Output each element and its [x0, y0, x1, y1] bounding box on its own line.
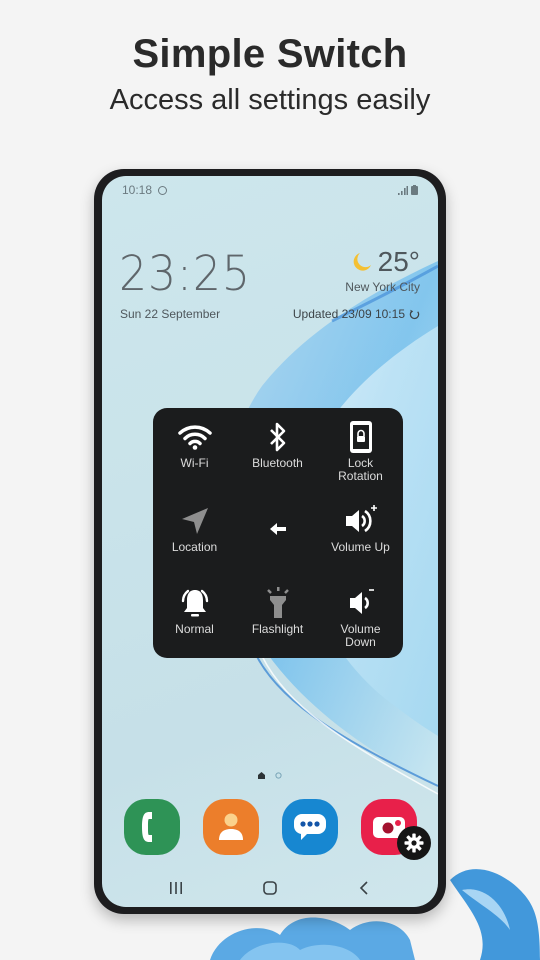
navigation-bar [102, 878, 438, 898]
phone-screen: 10:18 23:25 Sun 22 September 25° New Yor… [102, 176, 438, 907]
home-page-dot-icon[interactable] [258, 772, 265, 779]
app-messages[interactable] [282, 799, 338, 855]
phone-frame: 10:18 23:25 Sun 22 September 25° New Yor… [94, 169, 446, 914]
phone-icon [142, 812, 152, 842]
signal-icon [398, 186, 408, 195]
bell-icon [181, 589, 208, 617]
tile-label: Volume Down [340, 622, 381, 649]
weather-city: New York City [345, 280, 420, 294]
settings-fab[interactable] [397, 826, 431, 860]
weather-widget[interactable]: 25° New York City [345, 246, 420, 294]
contacts-icon [219, 813, 243, 840]
page-indicator [102, 772, 438, 779]
lock-clock[interactable]: 23:25 [119, 246, 251, 302]
quick-settings-panel: Wi-Fi Bluetooth Lock Rotation Location V… [153, 408, 403, 658]
battery-icon [411, 185, 418, 195]
volume-down-icon [349, 589, 374, 614]
tile-back[interactable] [236, 492, 319, 574]
recents-button[interactable] [161, 878, 191, 898]
gear-icon [404, 833, 424, 853]
refresh-icon[interactable] [409, 309, 420, 320]
tile-label: Bluetooth [252, 456, 303, 470]
messages-icon [294, 814, 326, 840]
tile-lock-rotation[interactable]: Lock Rotation [319, 408, 402, 490]
lock-date: Sun 22 September [120, 307, 221, 321]
moon-icon [353, 253, 371, 271]
wifi-icon [177, 425, 212, 450]
back-arrow-icon [269, 523, 286, 535]
weather-temperature: 25° [377, 246, 420, 277]
tile-volume-down[interactable]: Volume Down [319, 574, 402, 656]
home-button[interactable] [255, 878, 285, 898]
volume-up-icon [345, 505, 377, 533]
recents-icon [170, 882, 182, 894]
notification-circle-icon [158, 185, 168, 195]
bluetooth-icon [269, 422, 285, 452]
location-icon [181, 508, 208, 534]
tile-wifi[interactable]: Wi-Fi [153, 408, 236, 490]
tile-label: Lock Rotation [338, 456, 383, 483]
tile-label: Flashlight [251, 622, 304, 636]
page-dot-icon[interactable] [275, 772, 282, 779]
weather-updated[interactable]: Updated 23/09 10:15 [293, 307, 420, 321]
home-icon [263, 881, 277, 895]
back-button[interactable] [349, 878, 379, 898]
tile-label: Location [171, 540, 218, 554]
app-dock [102, 799, 438, 859]
tile-label: Normal [175, 622, 214, 636]
tile-location[interactable]: Location [153, 492, 236, 574]
tile-sound-mode[interactable]: Normal [153, 574, 236, 656]
weather-updated-text: Updated 23/09 10:15 [292, 307, 405, 321]
status-time: 10:18 [122, 183, 153, 197]
app-phone[interactable] [124, 799, 180, 855]
back-icon [359, 881, 368, 895]
tile-volume-up[interactable]: Volume Up [319, 492, 402, 574]
promo-subtitle: Access all settings easily [109, 84, 431, 116]
tile-label: Wi-Fi [180, 456, 209, 470]
status-bar: 10:18 [122, 182, 418, 198]
lock-rotation-icon [349, 421, 372, 453]
promo-title: Simple Switch [132, 32, 408, 76]
app-contacts[interactable] [203, 799, 259, 855]
flashlight-icon [266, 587, 289, 618]
tile-flashlight[interactable]: Flashlight [236, 574, 319, 656]
tile-bluetooth[interactable]: Bluetooth [236, 408, 319, 490]
tile-label: Volume Up [331, 540, 390, 554]
